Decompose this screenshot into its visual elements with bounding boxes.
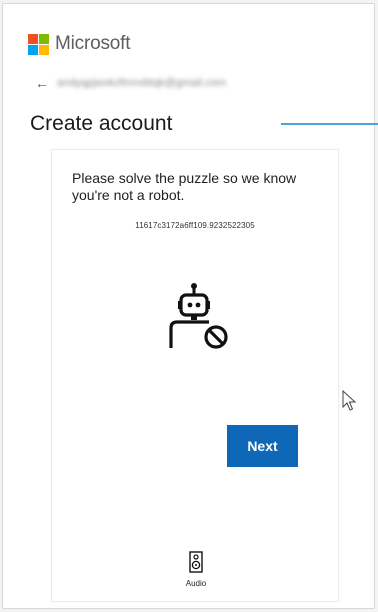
captcha-frame: Please solve the puzzle so we know you'r… (51, 149, 339, 602)
brand-name: Microsoft (55, 33, 131, 54)
mouse-cursor-icon (342, 390, 357, 411)
audio-challenge-button[interactable]: Audio (180, 551, 212, 588)
back-arrow-icon[interactable]: ← (35, 76, 49, 90)
captcha-instructions: Please solve the puzzle so we know you'r… (72, 170, 297, 203)
microsoft-logo-row: Microsoft (28, 33, 130, 55)
microsoft-logo-icon (28, 33, 49, 55)
next-button[interactable]: Next (227, 425, 298, 467)
captcha-session-id: 11617c3172a6ff109.9232522305 (135, 221, 255, 230)
signup-panel: Microsoft ← andyqpjwxkzfmnvbtqk@gmail.co… (2, 3, 378, 609)
email-address: andyqpjwxkzfmnvbtqk@gmail.com (57, 77, 226, 89)
robot-blocked-icon (165, 282, 235, 358)
speaker-icon (189, 551, 203, 573)
accent-divider (281, 123, 378, 125)
page-title: Create account (30, 112, 173, 135)
audio-label: Audio (185, 579, 207, 588)
identity-row: ← andyqpjwxkzfmnvbtqk@gmail.com (35, 76, 226, 90)
